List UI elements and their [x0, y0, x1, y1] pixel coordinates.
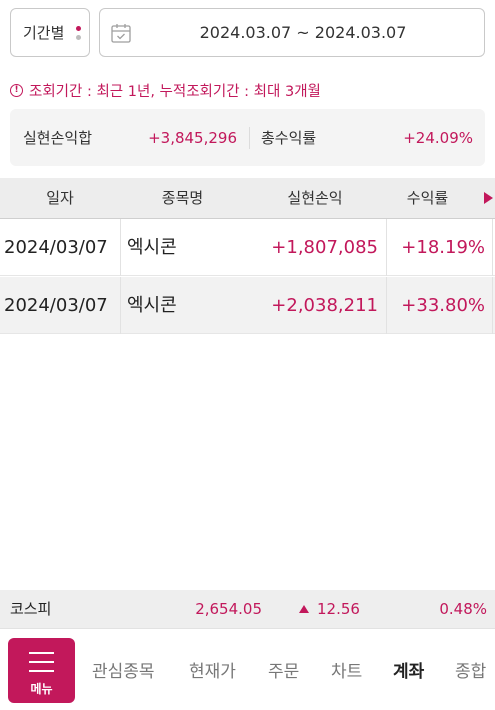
- index-change: 12.56: [299, 590, 360, 628]
- table-header: 일자 종목명 실현손익 수익률: [0, 178, 495, 219]
- period-select-label: 기간별: [23, 24, 65, 42]
- nav-account[interactable]: 계좌: [393, 657, 424, 682]
- nav-current-price[interactable]: 현재가: [189, 657, 236, 682]
- date-range-text: 2024.03.07 ~ 2024.03.07: [199, 23, 407, 42]
- market-index-bar[interactable]: 코스피 2,654.05 12.56 0.48%: [0, 590, 495, 628]
- calendar-icon: [111, 24, 131, 43]
- up-triangle-icon: [299, 605, 309, 613]
- realized-profit-label: 실현손익합: [23, 129, 93, 147]
- index-change-value: 12.56: [317, 600, 360, 618]
- column-header-name[interactable]: 종목명: [120, 178, 245, 219]
- nav-order[interactable]: 주문: [268, 657, 299, 682]
- nav-watchlist[interactable]: 관심종목: [92, 657, 155, 682]
- period-select[interactable]: 기간별: [10, 8, 90, 57]
- more-dots-icon: [76, 26, 81, 44]
- row-stock-name: 엑시콘: [127, 295, 177, 316]
- bottom-navigation: 메뉴 관심종목 현재가 주문 차트 계좌 종합: [0, 628, 495, 710]
- column-header-rate[interactable]: 수익률: [385, 178, 470, 219]
- total-return-label: 총수익률: [261, 129, 317, 147]
- realized-profit-value: +3,845,296: [148, 128, 237, 147]
- realized-profit-summary: 실현손익합 +3,845,296: [10, 126, 250, 149]
- row-realized-profit: +2,038,211: [271, 295, 378, 316]
- column-header-date[interactable]: 일자: [0, 178, 120, 219]
- nav-chart[interactable]: 차트: [331, 657, 362, 682]
- total-return-summary: 총수익률 +24.09%: [250, 127, 485, 149]
- scroll-right-arrow-icon[interactable]: [484, 192, 493, 204]
- row-return-rate: +33.80%: [401, 295, 485, 316]
- summary-box: 실현손익합 +3,845,296 총수익률 +24.09%: [10, 109, 485, 166]
- row-return-rate: +18.19%: [401, 237, 485, 258]
- date-range-picker[interactable]: 2024.03.07 ~ 2024.03.07: [99, 8, 485, 57]
- index-change-rate: 0.48%: [439, 600, 487, 618]
- menu-button[interactable]: 메뉴: [8, 638, 75, 703]
- row-stock-name: 엑시콘: [127, 237, 177, 258]
- index-price: 2,654.05: [195, 600, 262, 618]
- nav-overview[interactable]: 종합: [455, 657, 486, 682]
- column-header-profit[interactable]: 실현손익: [245, 178, 385, 219]
- filter-row: 기간별 2024.03.07 ~ 2024.03.07: [10, 8, 485, 57]
- menu-button-label: 메뉴: [30, 682, 53, 696]
- notice-text: 조회기간 : 최근 1년, 누적조회기간 : 최대 3개월: [29, 83, 321, 100]
- query-period-notice: ! 조회기간 : 최근 1년, 누적조회기간 : 최대 3개월: [10, 79, 321, 101]
- total-return-value: +24.09%: [403, 128, 473, 147]
- row-date: 2024/03/07: [4, 295, 108, 316]
- row-date: 2024/03/07: [4, 237, 108, 258]
- hamburger-icon: [29, 652, 54, 679]
- table-row[interactable]: 2024/03/07 엑시콘 +2,038,211 +33.80%: [0, 277, 495, 334]
- table-row[interactable]: 2024/03/07 엑시콘 +1,807,085 +18.19%: [0, 219, 495, 276]
- info-icon: !: [10, 83, 23, 97]
- index-name: 코스피: [10, 600, 52, 618]
- row-realized-profit: +1,807,085: [271, 237, 378, 258]
